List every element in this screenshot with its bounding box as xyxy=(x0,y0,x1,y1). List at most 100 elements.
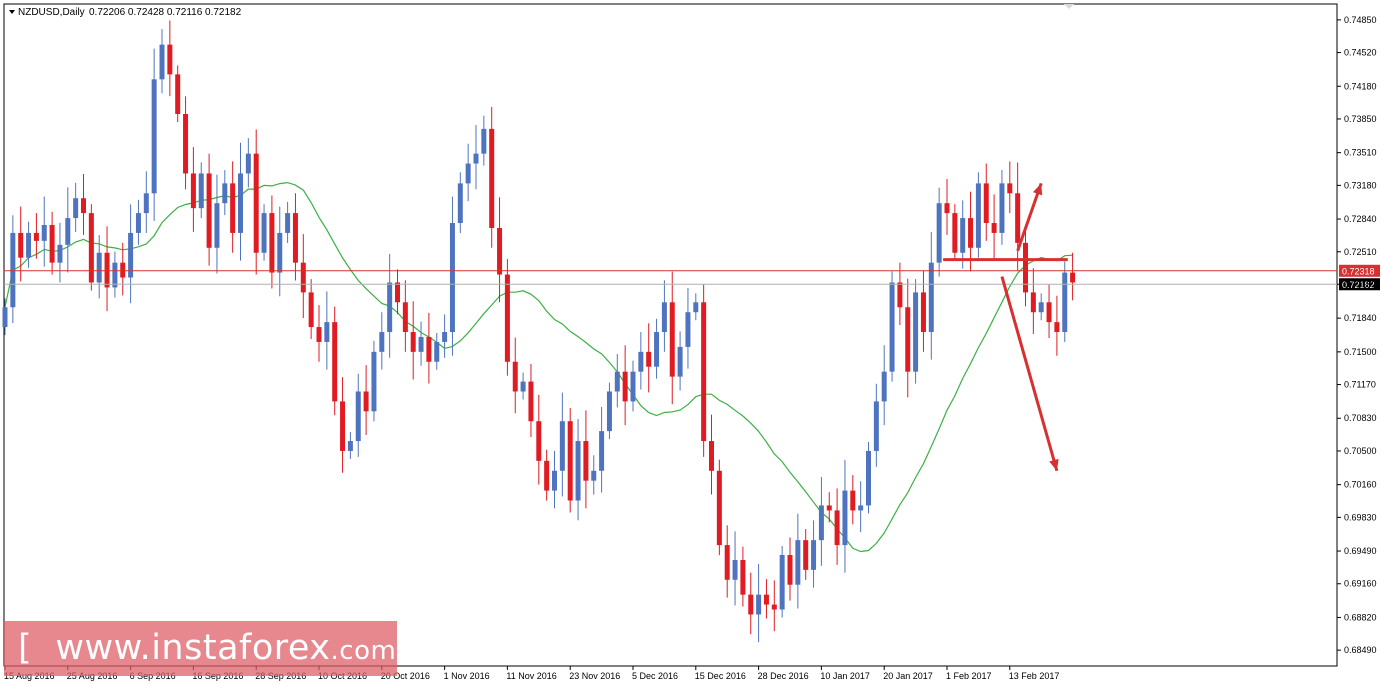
candle-body xyxy=(489,128,495,228)
candle xyxy=(1062,261,1068,343)
y-tick-label: 0.73510 xyxy=(1344,148,1377,158)
candle xyxy=(1023,227,1028,307)
price-chart[interactable]: 0.72318 0.72182 0.74850 0.74520 0.74180 0.73… xyxy=(0,0,1381,690)
y-tick-label: 0.74520 xyxy=(1344,48,1377,58)
candle xyxy=(26,221,32,268)
candle xyxy=(81,174,86,235)
candle-body xyxy=(661,302,667,333)
candle xyxy=(693,293,699,321)
candle-body xyxy=(677,346,683,377)
candle xyxy=(661,280,667,352)
candle-body xyxy=(2,307,8,328)
candle xyxy=(1015,162,1021,271)
y-tick-label: 0.73180 xyxy=(1344,180,1377,190)
candle xyxy=(709,414,714,495)
candle-body xyxy=(481,128,487,154)
candle-body xyxy=(591,470,597,481)
candle-body xyxy=(850,490,856,511)
candle xyxy=(167,20,173,97)
dropdown-triangle-icon[interactable] xyxy=(9,10,15,14)
candle-body xyxy=(559,421,565,471)
candle xyxy=(473,125,479,190)
candle-body xyxy=(693,302,699,313)
candle-body xyxy=(528,381,534,422)
candle-body xyxy=(795,540,801,585)
candle-body xyxy=(49,224,55,263)
candle xyxy=(732,531,738,606)
candle xyxy=(2,298,8,336)
candle-body xyxy=(583,441,589,481)
y-tick-label: 0.74850 xyxy=(1344,15,1377,25)
candle xyxy=(866,442,871,514)
candle-body xyxy=(1054,322,1060,333)
candle-body xyxy=(881,371,887,402)
candle xyxy=(245,138,251,188)
candle xyxy=(873,383,879,467)
candle-body xyxy=(567,421,573,501)
x-tick-label: 10 Jan 2017 xyxy=(820,671,870,681)
candle xyxy=(497,197,503,303)
y-tick-label: 0.71170 xyxy=(1344,380,1376,390)
candle xyxy=(881,345,887,426)
candle xyxy=(332,306,338,416)
candle xyxy=(803,529,809,580)
candle xyxy=(135,199,141,245)
candle xyxy=(151,48,157,221)
candle xyxy=(983,163,989,241)
candle-body xyxy=(355,391,361,442)
candle xyxy=(850,475,856,525)
candle-body xyxy=(410,332,416,352)
candle-body xyxy=(748,594,754,615)
x-tick-label: 15 Dec 2016 xyxy=(695,671,746,681)
moving-average-layer xyxy=(4,181,1073,553)
candle-body xyxy=(826,505,832,511)
y-tick-label: 0.72182 xyxy=(1344,279,1377,289)
candle xyxy=(638,332,644,390)
candle-body xyxy=(230,183,236,233)
candle xyxy=(128,204,134,304)
watermark-site: www.instaforex xyxy=(55,628,331,668)
candle xyxy=(143,171,149,233)
horizontal-lines-layer: 0.72318 0.72182 xyxy=(4,264,1380,291)
candle xyxy=(834,488,840,565)
candle xyxy=(65,187,71,273)
candle-body xyxy=(1030,292,1036,313)
candle xyxy=(606,382,612,440)
candle xyxy=(944,179,950,235)
candle-body xyxy=(253,153,259,253)
candle xyxy=(73,182,79,232)
ohlc-values: 0.72206 0.72428 0.72116 0.72182 xyxy=(89,7,242,18)
watermark-tld: .com xyxy=(330,636,397,666)
candle xyxy=(795,513,801,609)
candle-body xyxy=(183,114,189,174)
candle-body xyxy=(324,322,330,342)
candle-body xyxy=(238,173,243,233)
candle-body xyxy=(763,594,769,605)
candle xyxy=(936,187,942,277)
candle xyxy=(559,392,565,497)
candle xyxy=(402,280,408,352)
candle xyxy=(771,580,777,632)
candle xyxy=(277,206,283,297)
candle xyxy=(677,331,683,391)
candle xyxy=(858,481,864,533)
candle xyxy=(379,312,385,370)
candle xyxy=(449,196,455,356)
candle-body xyxy=(897,282,903,308)
candle xyxy=(363,365,369,436)
candle xyxy=(300,234,306,319)
candle xyxy=(779,546,785,618)
candle xyxy=(552,450,557,509)
candle-body xyxy=(905,307,911,372)
candle xyxy=(410,301,416,380)
candle-body xyxy=(842,490,848,546)
candle xyxy=(1007,161,1013,214)
candle-body xyxy=(866,450,871,506)
candle xyxy=(190,147,196,232)
candle xyxy=(57,222,63,283)
candle xyxy=(520,372,526,400)
candle xyxy=(18,206,24,282)
candle-body xyxy=(245,153,251,174)
candle-body xyxy=(497,227,503,275)
candle-body xyxy=(599,431,605,471)
